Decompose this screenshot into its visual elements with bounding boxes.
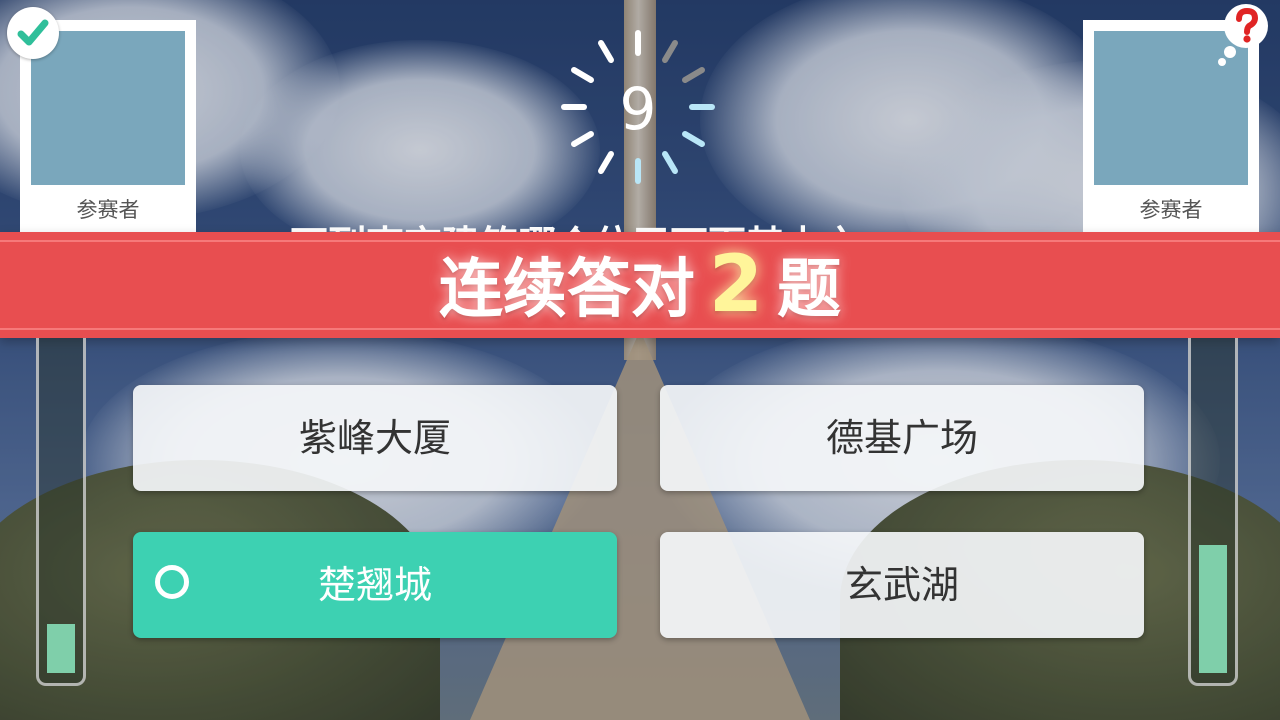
score-fill-right	[1199, 545, 1227, 673]
score-bar-right	[1188, 338, 1238, 686]
answer-option-3[interactable]: 楚翘城	[133, 532, 617, 638]
streak-banner: 连续答对 2 题	[0, 232, 1280, 338]
streak-count: 2	[708, 240, 764, 330]
score-fill-left	[47, 624, 75, 673]
streak-suffix: 题	[777, 253, 842, 327]
timer-seconds: 9	[619, 75, 657, 143]
answer-option-2[interactable]: 德基广场	[660, 385, 1144, 491]
circle-icon	[155, 565, 189, 599]
question-bubble-icon	[1210, 2, 1280, 68]
check-icon	[7, 7, 59, 59]
player-name-right: 参赛者	[1139, 198, 1203, 222]
answer-option-1[interactable]: 紫峰大厦	[133, 385, 617, 491]
answer-label: 德基广场	[825, 416, 978, 460]
answer-label: 紫峰大厦	[298, 416, 451, 460]
streak-prefix: 连续答对	[438, 253, 695, 327]
streak-text: 连续答对 2 题	[0, 232, 1280, 338]
answer-label: 玄武湖	[844, 563, 959, 607]
answer-label: 楚翘城	[317, 563, 432, 607]
answer-option-4[interactable]: 玄武湖	[660, 532, 1144, 638]
score-bar-left	[36, 338, 86, 686]
player-name-left: 参赛者	[76, 198, 140, 222]
